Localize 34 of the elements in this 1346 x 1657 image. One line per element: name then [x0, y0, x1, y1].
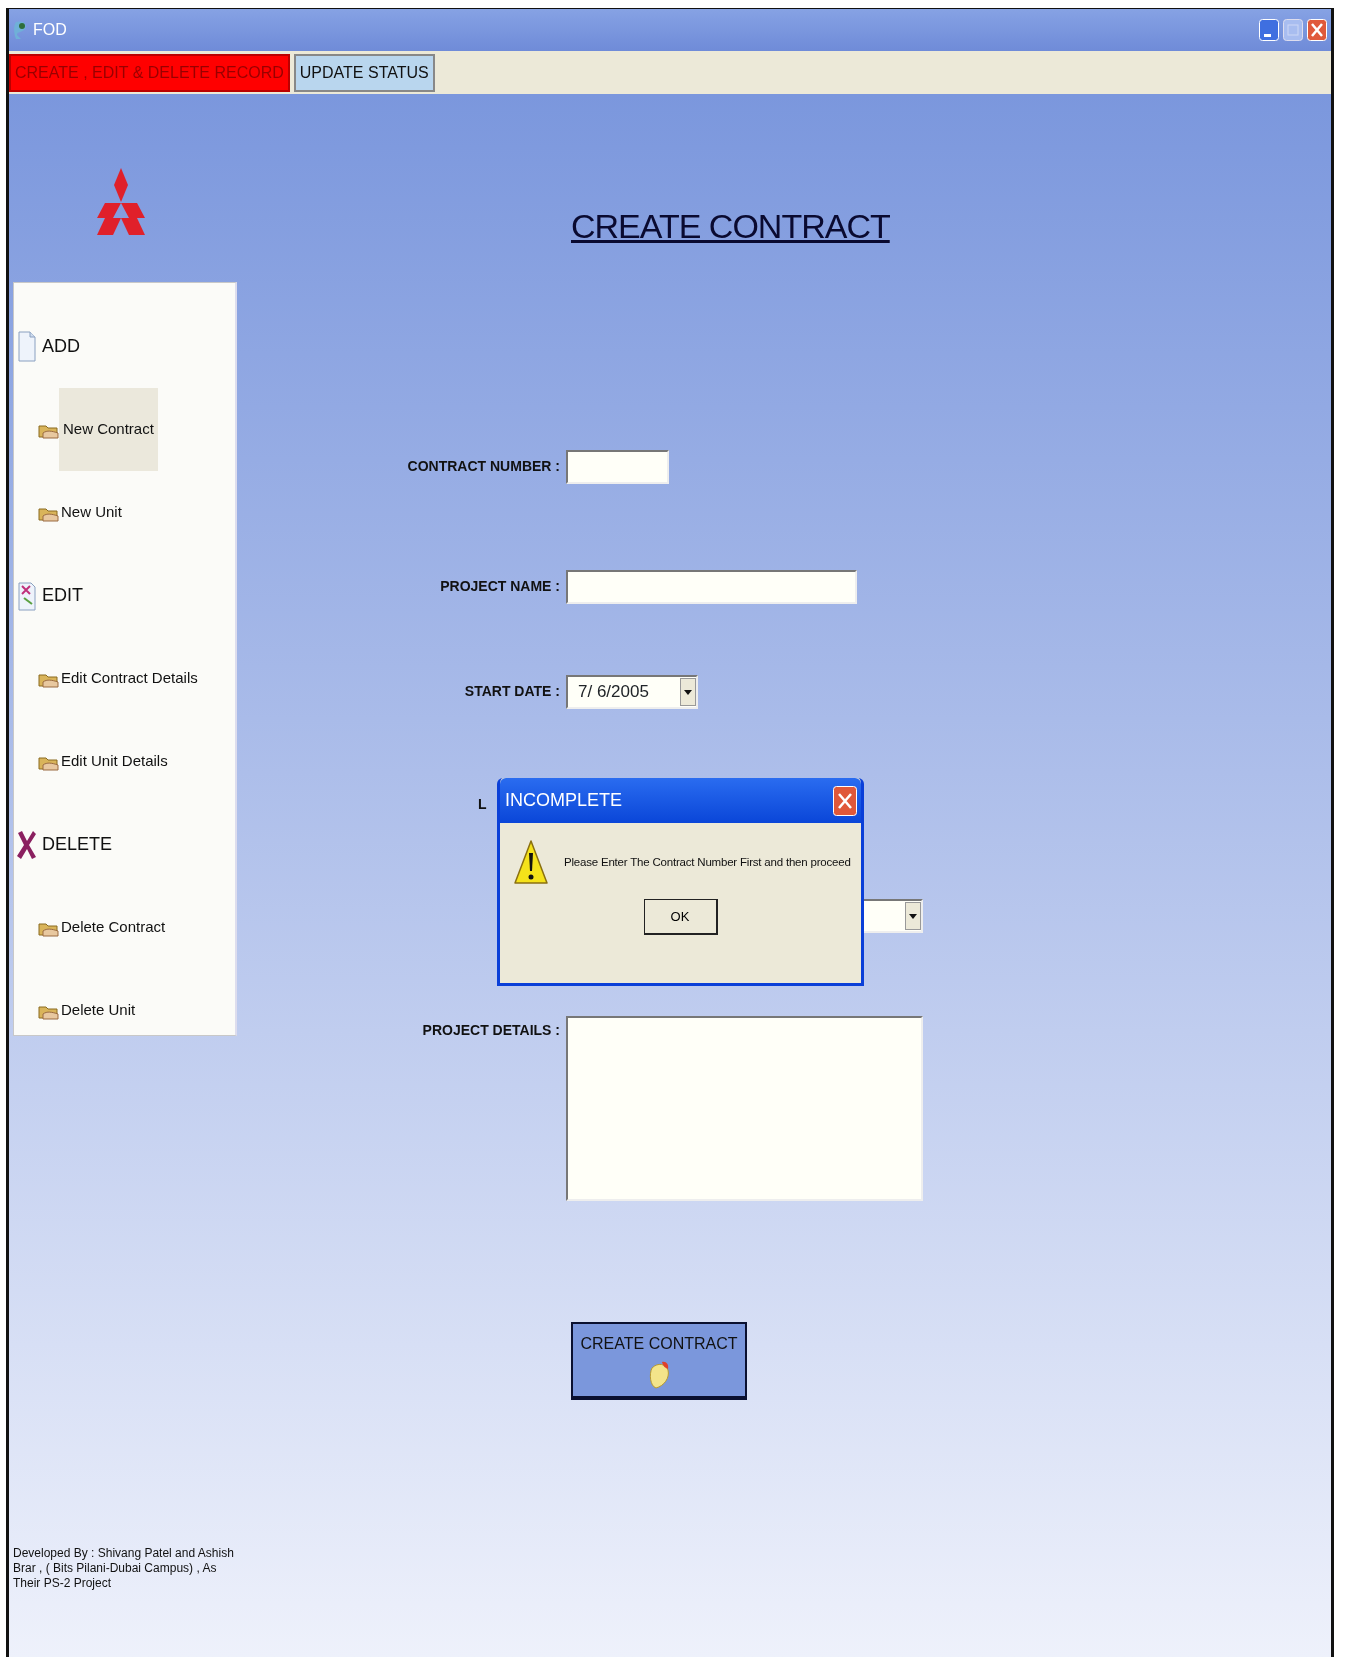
dialog-message: Please Enter The Contract Number First and then proceed	[564, 855, 851, 871]
page-title: CREATE CONTRACT	[571, 206, 890, 247]
date-picker[interactable]: 7/ 6/2005	[566, 674, 698, 709]
sidebar-item[interactable]: Edit Contract Details	[59, 637, 200, 720]
dialog-title: INCOMPLETE	[505, 789, 623, 812]
sidebar-heading[interactable]: DELETE	[42, 831, 113, 858]
sidebar-item[interactable]: Edit Unit Details	[59, 720, 170, 803]
tab[interactable]: UPDATE STATUS	[293, 53, 435, 92]
field-label: L	[478, 795, 487, 812]
app-icon	[13, 20, 29, 40]
field-label: PROJECT NAME :	[440, 578, 560, 595]
create-contract-button[interactable]: CREATE CONTRACT	[571, 1321, 747, 1400]
sidebar-item[interactable]: Delete Unit	[59, 969, 138, 1052]
sidebar-heading[interactable]: EDIT	[42, 582, 83, 609]
input-field[interactable]	[566, 449, 669, 484]
input-field[interactable]	[566, 569, 857, 604]
sidebar-heading[interactable]: ADD	[42, 333, 80, 360]
diamond-logo	[97, 168, 145, 235]
sidebar-item[interactable]: New Unit	[59, 471, 124, 554]
credits-text: Developed By : Shivang Patel and Ashish Brar , ( Bits Pilani-Dubai Campus) , As Their PS-2 Project	[13, 1546, 235, 1591]
field-label: PROJECT DETAILS :	[422, 1021, 560, 1038]
edit-document-icon	[16, 579, 38, 612]
field-label: START DATE :	[464, 683, 560, 700]
cross-icon	[16, 828, 38, 861]
sidebar-item[interactable]: Delete Contract	[59, 886, 168, 969]
window-title: FOD	[33, 20, 67, 40]
warning-icon	[514, 839, 548, 887]
sidebar-item[interactable]: New Contract	[59, 388, 158, 471]
field-label: CONTRACT NUMBER :	[407, 458, 560, 475]
close-button[interactable]	[1307, 19, 1327, 41]
minimize-button[interactable]	[1259, 19, 1279, 41]
ok-button[interactable]: OK	[643, 899, 718, 935]
close-button[interactable]	[833, 785, 857, 816]
document-icon	[16, 330, 38, 363]
